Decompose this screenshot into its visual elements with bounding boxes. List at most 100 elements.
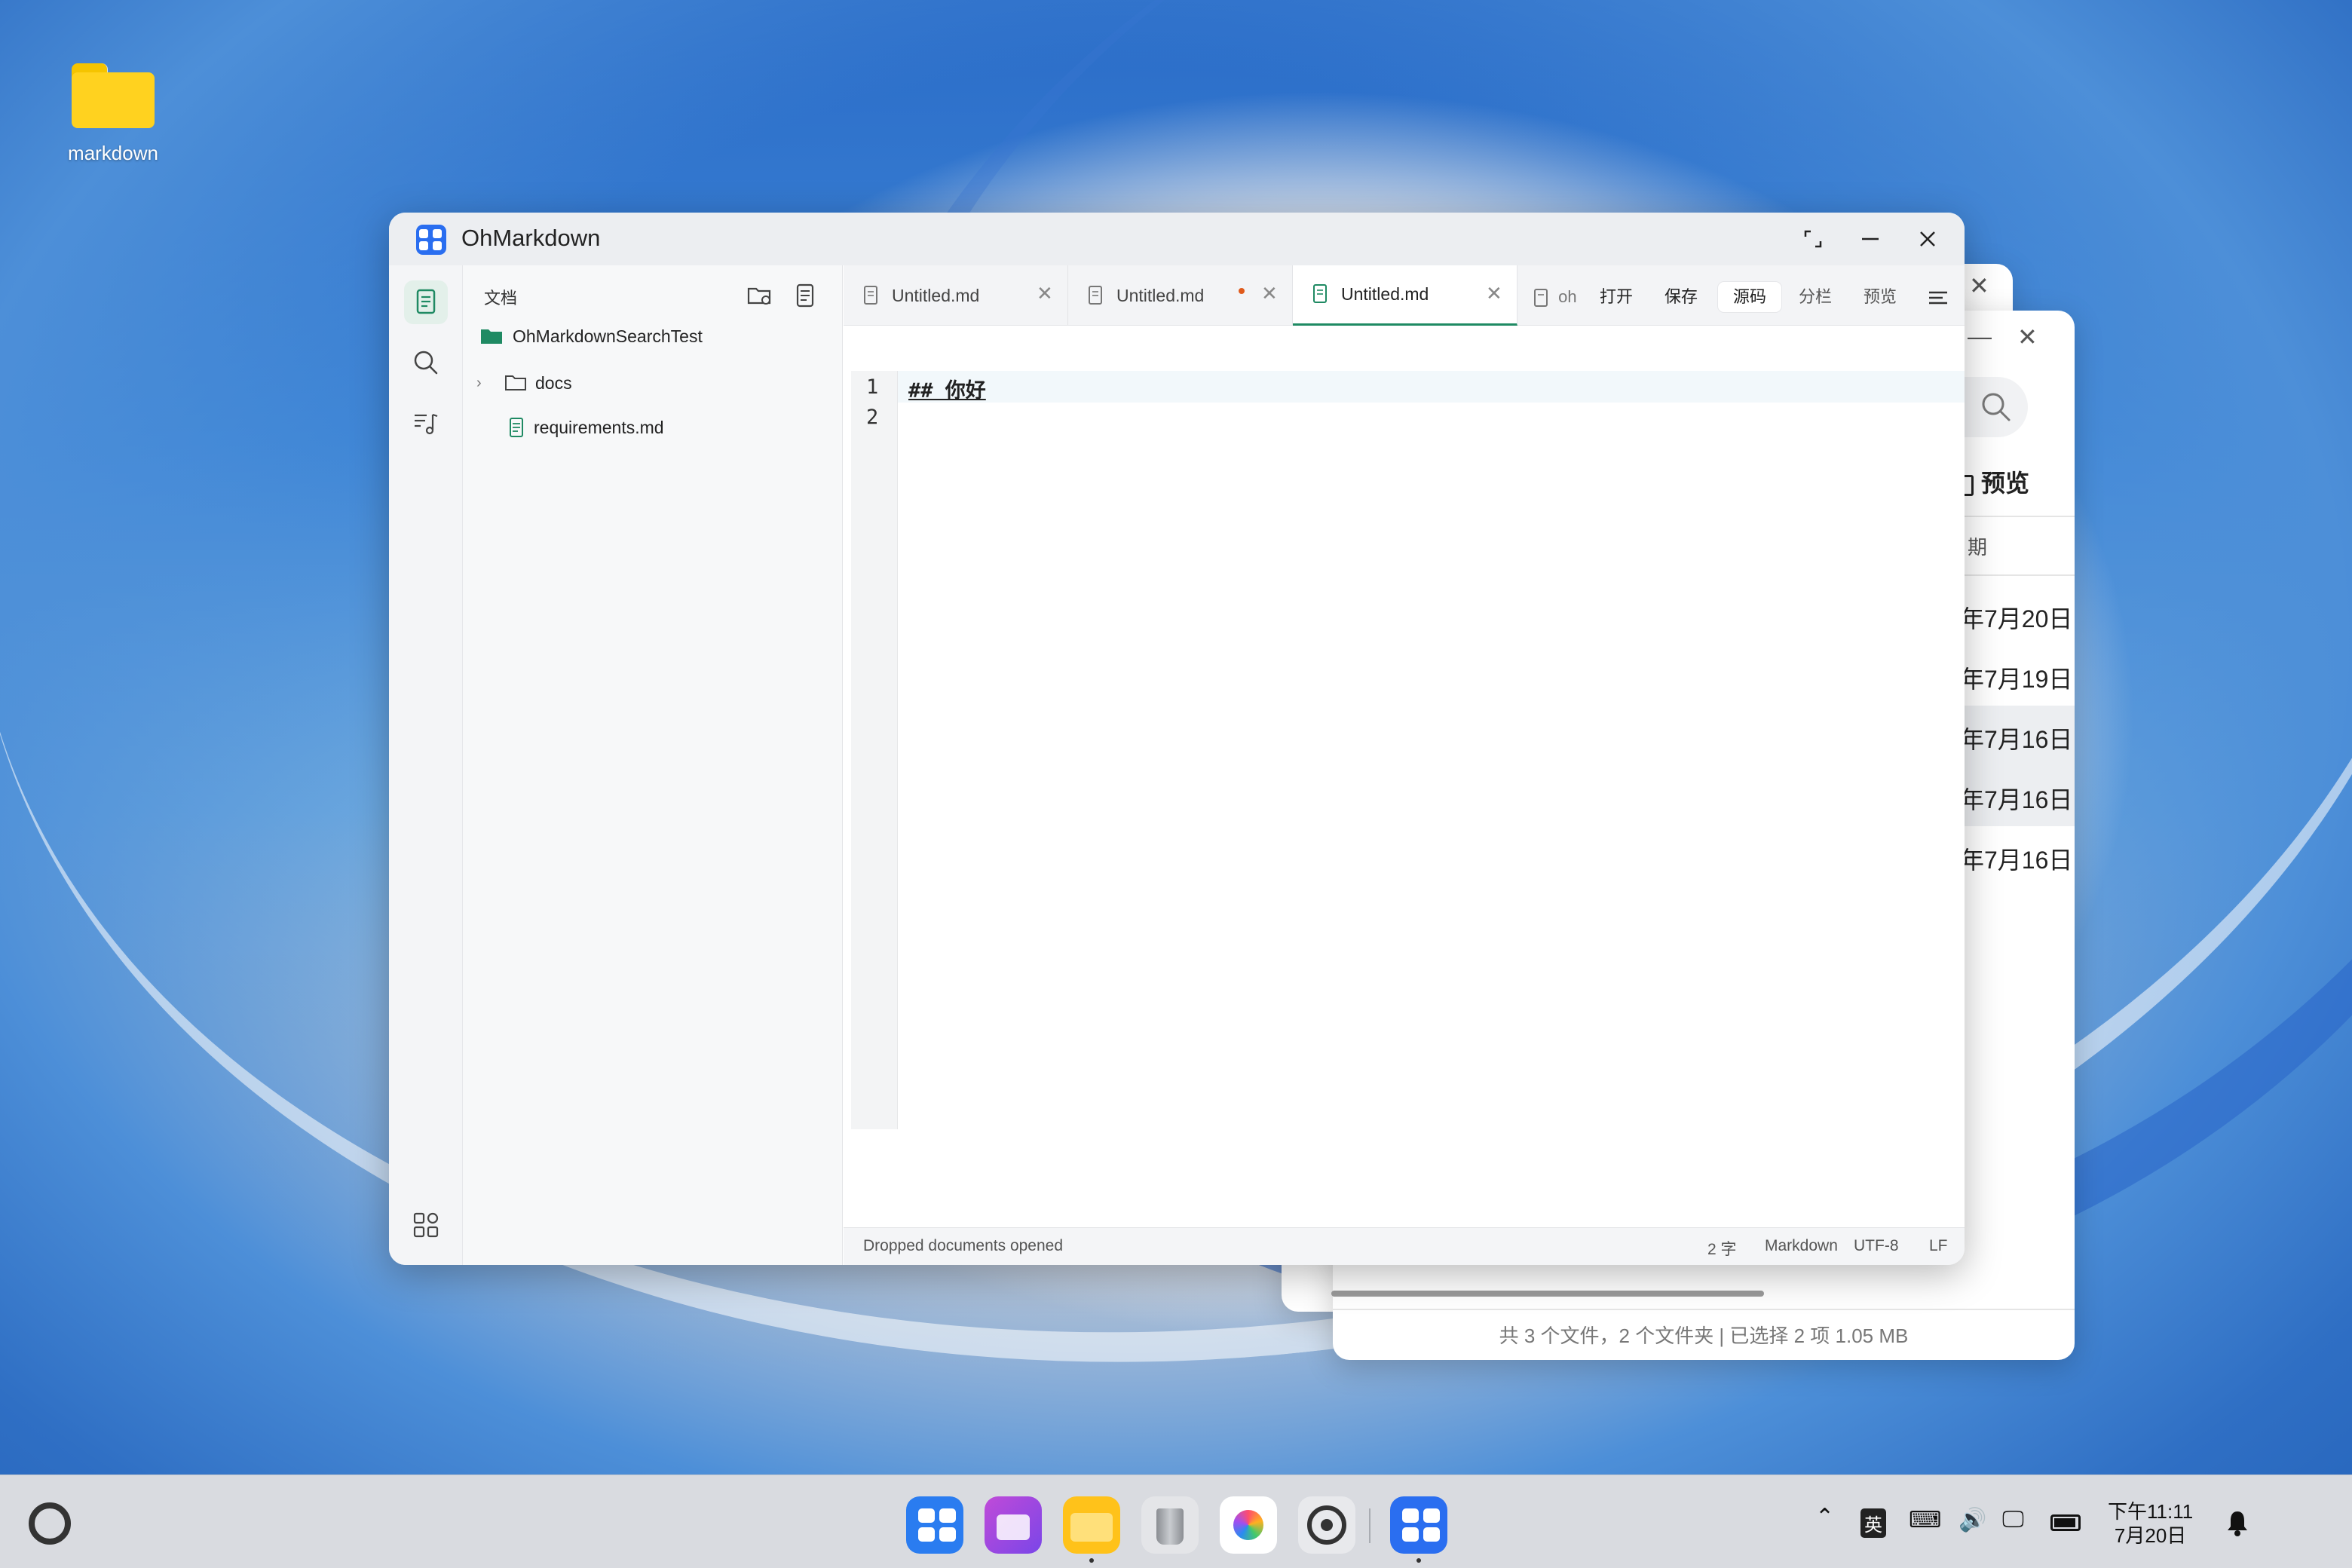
volume-icon[interactable]: 🔊 — [1958, 1507, 1986, 1533]
markdown-file-icon — [510, 418, 523, 437]
encoding[interactable]: UTF-8 — [1854, 1237, 1899, 1255]
trash-icon[interactable] — [1141, 1496, 1199, 1554]
tab-bar: Untitled.md ✕ Untitled.md ✕ Untitled.md … — [844, 265, 1965, 326]
column-header-date[interactable]: 期 — [1968, 532, 1987, 560]
ohmarkdown-dock-icon[interactable] — [1390, 1496, 1447, 1554]
open-folder-button[interactable] — [745, 280, 775, 311]
file-icon — [1534, 289, 1548, 308]
ohmarkdown-window[interactable]: OhMarkdown 文档 OhMarkdownSearchTest › doc… — [389, 213, 1965, 1265]
line-ending[interactable]: LF — [1929, 1237, 1948, 1255]
tab-label: Untitled.md — [1116, 285, 1205, 305]
search-icon — [414, 351, 438, 375]
tab-label: Untitled.md — [1341, 284, 1429, 304]
file-icon — [864, 286, 877, 305]
app-logo-icon — [416, 225, 446, 255]
settings-icon[interactable] — [1298, 1496, 1355, 1554]
list-item-date[interactable]: 年7月16日 — [1960, 781, 2072, 816]
tab-close-icon[interactable]: ✕ — [1261, 282, 1278, 305]
battery-icon[interactable] — [2050, 1514, 2081, 1531]
tree-item-requirements[interactable]: requirements.md — [504, 416, 664, 439]
ime-indicator[interactable]: 英 — [1860, 1508, 1886, 1538]
tree-root-label: OhMarkdownSearchTest — [513, 326, 703, 346]
tree-item-docs[interactable]: › docs — [476, 372, 572, 394]
editor-area[interactable]: 1 2 ## 你好 — [844, 326, 1965, 1215]
folder-icon — [505, 375, 526, 390]
app-center-icon[interactable] — [906, 1496, 963, 1554]
extensions-activity-button[interactable] — [404, 1203, 448, 1247]
tab-untitled-3[interactable]: Untitled.md ✕ — [1293, 265, 1517, 326]
explorer-panel: 文档 OhMarkdownSearchTest › docs requireme… — [463, 265, 843, 1265]
desktop-folder-markdown[interactable]: markdown — [53, 60, 173, 165]
tree-root-folder[interactable]: OhMarkdownSearchTest — [479, 326, 703, 347]
keyboard-icon[interactable]: ⌨ — [1909, 1507, 1941, 1533]
list-item-date[interactable]: 年7月19日 — [1960, 660, 2072, 695]
file-icon — [796, 283, 814, 308]
preview-mode-button[interactable]: 预览 — [1851, 282, 1909, 312]
preview-toggle[interactable]: 预览 — [1960, 464, 2029, 499]
explorer-activity-button[interactable] — [404, 280, 448, 324]
folder-plus-icon — [747, 287, 771, 305]
folder-icon — [72, 60, 155, 128]
file-manager-status: 共 3 个文件，2 个文件夹 | 已选择 2 项 1.05 MB — [1499, 1325, 1909, 1347]
editor-line-1[interactable]: ## 你好 — [908, 374, 986, 403]
list-item-date[interactable]: 年7月16日 — [1960, 841, 2072, 876]
unsaved-dot-icon — [1239, 288, 1245, 294]
current-line-highlight — [898, 371, 1965, 403]
status-message: Dropped documents opened — [863, 1237, 1064, 1254]
minimize-icon — [1862, 237, 1879, 240]
list-music-icon — [415, 413, 438, 435]
list-item-date[interactable]: 年7月16日 — [1960, 721, 2072, 755]
file-icon — [1313, 284, 1327, 303]
split-mode-button[interactable]: 分栏 — [1786, 282, 1845, 312]
outline-activity-button[interactable] — [404, 401, 448, 445]
notification-bell-icon[interactable] — [2225, 1508, 2249, 1537]
gallery-icon[interactable] — [1220, 1496, 1277, 1554]
search-activity-button[interactable] — [404, 341, 448, 384]
current-file-chip[interactable]: oh — [1533, 282, 1585, 312]
multitask-icon[interactable] — [985, 1496, 1042, 1554]
clock[interactable]: 下午11:11 7月20日 — [2108, 1499, 2193, 1548]
folder-filled-icon — [481, 329, 502, 344]
tab-close-icon[interactable]: ✕ — [1037, 282, 1053, 305]
tab-close-icon[interactable]: ✕ — [1486, 282, 1502, 305]
menu-icon — [1929, 291, 1947, 305]
title-bar[interactable]: OhMarkdown — [389, 213, 1965, 265]
line-number: 2 — [866, 406, 879, 429]
list-item-date[interactable]: 年7月20日 — [1960, 600, 2072, 635]
chevron-right-icon: › — [476, 374, 482, 391]
status-bar: Dropped documents opened 2 字 Markdown UT… — [844, 1227, 1965, 1265]
more-menu-button[interactable] — [1923, 282, 1953, 312]
close-icon — [1920, 231, 1935, 247]
taskbar: ⌃ 英 ⌨ 🔊 🖵 下午11:11 7月20日 — [0, 1475, 2352, 1568]
tree-item-label: requirements.md — [534, 417, 664, 437]
close-button[interactable] — [1909, 222, 1946, 256]
minimize-button[interactable] — [1851, 222, 1889, 256]
horizontal-scrollbar[interactable] — [1331, 1291, 1764, 1297]
maximize-button[interactable] — [1794, 222, 1832, 256]
language-mode[interactable]: Markdown — [1765, 1237, 1838, 1255]
open-button[interactable]: 打开 — [1590, 282, 1643, 312]
tab-label: Untitled.md — [892, 285, 980, 305]
apps-grid-icon — [413, 1212, 439, 1238]
close-icon[interactable]: ✕ — [1969, 271, 1989, 300]
file-manager-icon[interactable] — [1063, 1496, 1120, 1554]
launcher-icon[interactable] — [29, 1502, 71, 1545]
word-count: 2 字 — [1707, 1241, 1737, 1258]
window-title: OhMarkdown — [461, 225, 601, 251]
clock-date: 7月20日 — [2114, 1524, 2187, 1547]
save-button[interactable]: 保存 — [1655, 282, 1707, 312]
display-icon[interactable]: 🖵 — [2002, 1507, 2024, 1533]
explorer-title: 文档 — [484, 289, 518, 308]
clock-time: 下午11:11 — [2108, 1500, 2194, 1523]
tab-untitled-1[interactable]: Untitled.md ✕ — [844, 265, 1068, 326]
search-icon — [1982, 393, 2011, 421]
tab-untitled-2[interactable]: Untitled.md ✕ — [1068, 265, 1293, 326]
source-mode-button[interactable]: 源码 — [1718, 282, 1781, 312]
line-number-gutter: 1 2 — [851, 371, 898, 1129]
close-icon[interactable]: ✕ — [2017, 323, 2038, 351]
minimize-icon[interactable]: — — [1968, 323, 1992, 351]
line-number: 1 — [866, 375, 879, 399]
activity-bar — [389, 265, 463, 1265]
new-file-button[interactable] — [790, 280, 820, 311]
tray-expand-icon[interactable]: ⌃ — [1815, 1504, 1834, 1530]
